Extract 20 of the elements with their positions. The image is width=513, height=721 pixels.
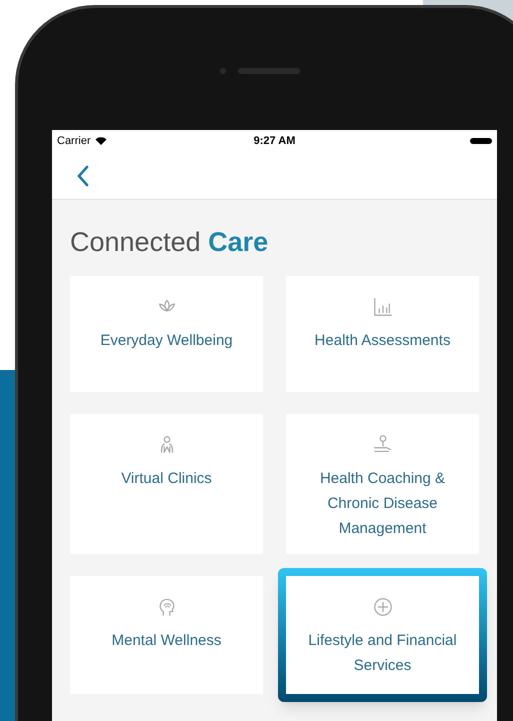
tile-label: Everyday Wellbeing	[100, 331, 233, 351]
tile-label: Virtual Clinics	[121, 469, 212, 489]
service-tile[interactable]: Mental Wellness	[70, 576, 263, 694]
service-tile[interactable]: Everyday Wellbeing	[70, 276, 263, 392]
service-tile[interactable]: Lifestyle and Financial Services	[278, 568, 487, 702]
back-icon	[76, 164, 90, 186]
tile-label: Health Assessments	[314, 331, 450, 351]
plus-circle-icon	[372, 596, 394, 618]
battery-icon	[470, 138, 492, 144]
page-title: Connected Care	[70, 226, 270, 258]
tile-label: Mental Wellness	[112, 631, 222, 651]
bar-chart-icon	[372, 296, 394, 318]
service-tile[interactable]: Health Coaching & Chronic Disease Management	[286, 414, 479, 554]
service-tile[interactable]: Health Assessments	[286, 276, 479, 392]
service-tile[interactable]: Virtual Clinics	[70, 414, 263, 554]
tile-label: Health Coaching & Chronic Disease Management	[318, 469, 446, 539]
status-time: 9:27 AM	[254, 134, 296, 149]
wifi-icon	[94, 136, 107, 146]
tile-label: Lifestyle and Financial Services	[307, 631, 458, 676]
carrier-label: Carrier	[57, 134, 91, 149]
